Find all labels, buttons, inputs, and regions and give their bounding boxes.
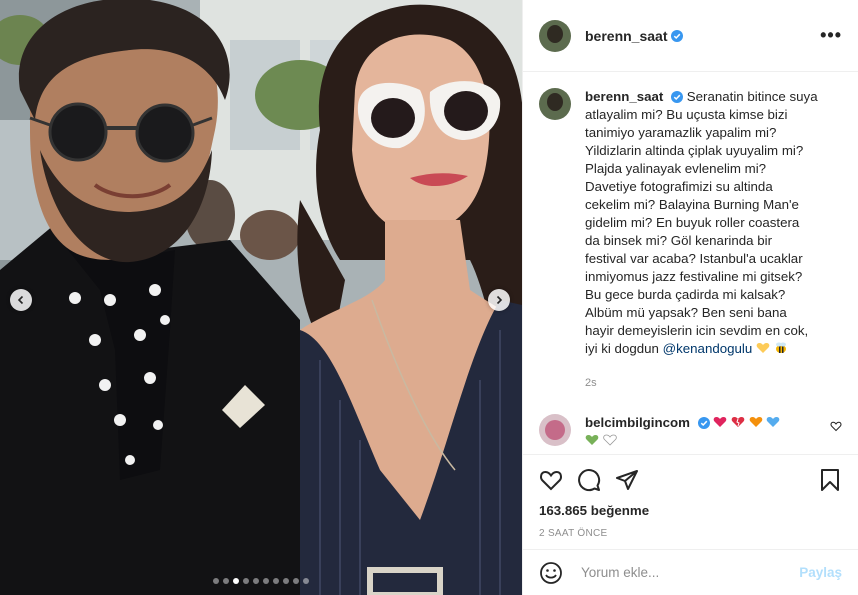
bee-icon <box>775 342 786 353</box>
instagram-post: berenn_saat ••• berenn_saat Seranatin bi… <box>0 0 858 595</box>
comment-input[interactable] <box>579 564 800 581</box>
broken-heart-icon <box>731 417 745 427</box>
like-heart-icon[interactable] <box>539 468 563 492</box>
commenter-avatar[interactable] <box>539 414 571 446</box>
post-photo[interactable] <box>0 0 522 595</box>
comments-section: berenn_saat Seranatin bitince suya atlay… <box>523 72 858 454</box>
carousel-dot <box>213 578 219 584</box>
author-username[interactable]: berenn_saat <box>585 28 667 44</box>
likes-count[interactable]: 163.865 beğenme <box>539 503 842 518</box>
carousel-prev-button[interactable] <box>10 289 32 311</box>
caption-line: Yildizlarin altinda çiplak uyuyalim mi? <box>585 143 804 158</box>
commenter-username[interactable]: belcimbilgincom <box>585 415 690 430</box>
carousel-dot <box>283 578 289 584</box>
post-caption: berenn_saat Seranatin bitince suya atlay… <box>539 88 842 392</box>
mention-link[interactable]: @kenandogulu <box>663 341 753 356</box>
carousel-next-button[interactable] <box>488 289 510 311</box>
carousel-dot <box>233 578 239 584</box>
share-paper-plane-icon[interactable] <box>615 468 639 492</box>
post-header: berenn_saat ••• <box>523 0 858 72</box>
yellow-heart-icon <box>756 343 770 353</box>
carousel-dot <box>303 578 309 584</box>
caption-line: hayir demeyislerin icin sevdim en cok, <box>585 323 809 338</box>
carousel-dot <box>223 578 229 584</box>
post-timestamp: 2 SAAT ÖNCE <box>539 528 608 539</box>
carousel-dot <box>293 578 299 584</box>
comment-item: belcimbilgincom <box>539 414 842 450</box>
caption-line: gidelim mi? En buyuk roller coastera <box>585 215 800 230</box>
carousel-dot <box>273 578 279 584</box>
caption-line: inmiyomus jazz festivaline mi gitsek? <box>585 269 803 284</box>
caption-line: Bu gece burda çadirda mi kalsak? <box>585 287 786 302</box>
caption-line: Davetiye fotografimizi su altinda <box>585 179 773 194</box>
comment-text: belcimbilgincom <box>585 414 825 450</box>
caption-line: Plajda yalinayak evlenelim mi? <box>585 161 767 176</box>
save-bookmark-icon[interactable] <box>818 468 842 492</box>
carousel-indicator <box>0 578 522 584</box>
caption-timestamp: 2s <box>585 377 597 389</box>
verified-badge-icon <box>697 417 710 430</box>
verified-badge-icon <box>671 29 684 42</box>
blue-heart-icon <box>767 417 780 427</box>
more-options-icon[interactable]: ••• <box>820 25 842 46</box>
caption-line: festival var acaba? Istanbul'a ucaklar <box>585 251 803 266</box>
post-actions: 163.865 beğenme 2 SAAT ÖNCE <box>523 454 858 549</box>
chevron-left-icon <box>17 295 24 305</box>
caption-line: Albüm mü yapsak? Ben seni bana <box>585 305 787 320</box>
carousel-dot <box>243 578 249 584</box>
chevron-right-icon <box>496 295 503 305</box>
add-comment-bar: Paylaş <box>523 549 858 595</box>
post-photo-image <box>0 0 522 595</box>
author-avatar[interactable] <box>539 19 571 52</box>
post-comment-button[interactable]: Paylaş <box>799 565 842 580</box>
caption-line: iyi ki dogdun <box>585 341 659 356</box>
emoji-smile-icon[interactable] <box>539 561 563 585</box>
carousel-dot <box>263 578 269 584</box>
caption-line: Seranatin bitince suya <box>686 89 818 104</box>
red-heart-icon <box>714 417 727 427</box>
caption-line: da binsek mi? Göl kenarinda bir <box>585 233 772 248</box>
caption-line: cekelim mi? Balayina Burning Man'e <box>585 197 799 212</box>
orange-heart-icon <box>749 417 763 427</box>
caption-author-username[interactable]: berenn_saat <box>585 89 663 104</box>
caption-line: tanimiyo yaramazlik yapalim mi? <box>585 125 777 140</box>
green-heart-icon <box>585 435 599 445</box>
like-comment-heart-icon[interactable] <box>830 420 842 432</box>
post-side-panel: berenn_saat ••• berenn_saat Seranatin bi… <box>522 0 858 595</box>
caption-author-avatar[interactable] <box>539 88 571 120</box>
verified-badge-icon <box>671 91 684 104</box>
white-heart-icon <box>602 434 617 446</box>
caption-line: atlayalim mi? Bu uçusta kimse bizi <box>585 107 788 122</box>
caption-text: berenn_saat Seranatin bitince suya atlay… <box>585 88 835 392</box>
carousel-dot <box>253 578 259 584</box>
comment-bubble-icon[interactable] <box>577 468 601 492</box>
